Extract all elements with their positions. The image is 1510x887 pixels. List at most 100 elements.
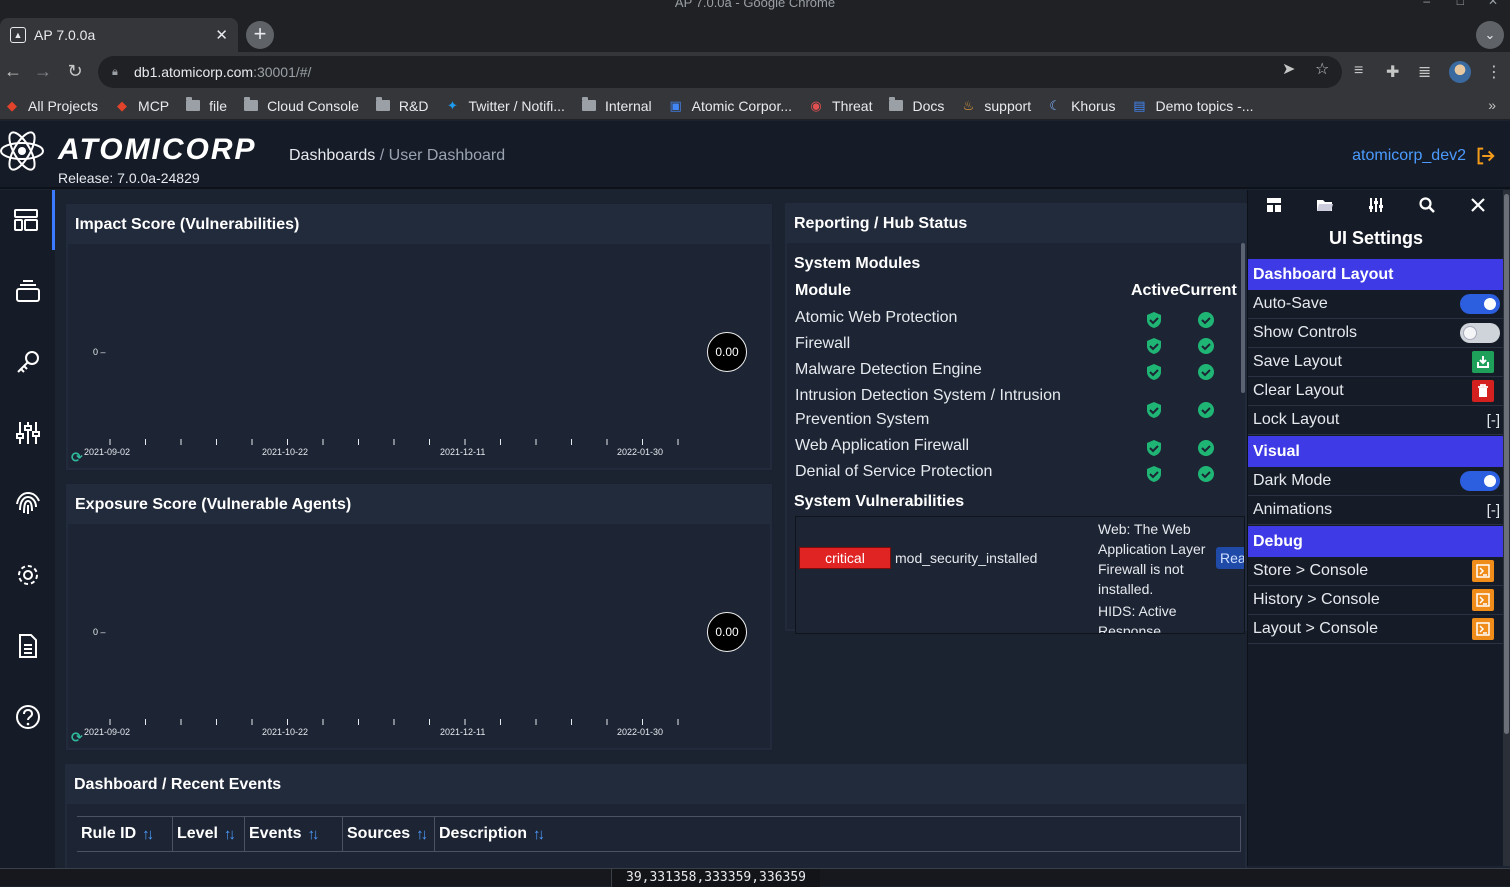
store-console-button[interactable] (1472, 560, 1494, 582)
history-console-button[interactable] (1472, 589, 1494, 611)
clear-layout-button[interactable] (1472, 380, 1494, 402)
sort-icon[interactable]: ↑↓ (416, 826, 428, 843)
sidebar-item-keys[interactable] (0, 332, 55, 392)
save-layout-row: Save Layout (1248, 348, 1504, 377)
save-layout-button[interactable] (1472, 351, 1494, 373)
sidebar-item-settings[interactable] (0, 545, 55, 605)
back-icon[interactable]: ← (2, 61, 24, 82)
breadcrumb-root[interactable]: Dashboards (289, 147, 375, 164)
logout-icon[interactable] (1474, 145, 1496, 167)
page-scrollbar[interactable] (1503, 190, 1510, 866)
sidebar-item-inventory[interactable] (0, 261, 55, 321)
browser-tab[interactable]: ▲ AP 7.0.0a ✕ (0, 18, 238, 52)
bookmark-threat[interactable]: ◉ Threat (808, 98, 872, 114)
vulnerability-list[interactable]: critical mod_security_installed Web: The… (795, 516, 1245, 634)
sidebar-item-dashboards[interactable] (0, 190, 55, 250)
refresh-icon[interactable]: ⟳ (71, 449, 83, 466)
auto-save-toggle[interactable] (1460, 294, 1500, 314)
bookmark-file[interactable]: file (185, 97, 227, 114)
column-header-description[interactable]: Description ↑↓ (435, 817, 1240, 851)
sort-icon[interactable]: ↑↓ (533, 826, 545, 843)
tab-search-icon[interactable]: ⌄ (1476, 21, 1504, 49)
column-header-level[interactable]: Level ↑↓ (173, 817, 245, 851)
bookmark-khorus[interactable]: ☾ Khorus (1047, 98, 1115, 114)
x-ticks (109, 719, 679, 725)
read-more-button[interactable]: Rea (1216, 547, 1244, 569)
check-circle-icon (1198, 364, 1214, 380)
link-status-text: 39,331358,333359,336359 (611, 869, 821, 887)
reading-list-icon[interactable]: ≡ (1354, 62, 1363, 80)
lock-layout-label: Lock Layout (1253, 411, 1340, 428)
sidebar-item-reports[interactable] (0, 616, 55, 676)
bookmark-star-icon[interactable]: ☆ (1315, 59, 1329, 79)
sort-icon[interactable]: ↑↓ (224, 826, 236, 843)
sliders-tool-button[interactable] (1350, 190, 1401, 220)
close-window-icon[interactable]: ✕ (1488, 0, 1498, 7)
hub-scrollbar[interactable] (1241, 243, 1245, 393)
sort-icon[interactable]: ↑↓ (307, 826, 319, 843)
window-titlebar: AP 7.0.0a - Google Chrome ‒ □ ✕ (0, 0, 1510, 18)
close-settings-button[interactable] (1453, 190, 1504, 220)
new-tab-button[interactable]: + (246, 21, 274, 49)
search-tool-button[interactable] (1402, 190, 1453, 220)
tab-close-icon[interactable]: ✕ (215, 26, 228, 44)
folder-icon (581, 97, 597, 113)
bookmark-mcp[interactable]: ◆ MCP (114, 98, 169, 114)
layout-tool-button[interactable] (1248, 190, 1299, 220)
address-bar[interactable]: 🔒︎ db1.atomicorp.com:30001/#/ (98, 56, 1342, 88)
sidebar-item-identity[interactable] (0, 474, 55, 534)
shield-check-icon (1147, 466, 1161, 482)
profile-avatar[interactable] (1449, 61, 1471, 83)
bookmark-docs[interactable]: Docs (888, 97, 944, 114)
tab-title: AP 7.0.0a (34, 27, 96, 43)
column-header-sources[interactable]: Sources ↑↓ (343, 817, 435, 851)
maximize-icon[interactable]: □ (1457, 0, 1464, 7)
save-icon (1477, 356, 1489, 368)
clear-layout-label: Clear Layout (1253, 382, 1344, 399)
module-name: Malware Detection Engine (795, 361, 982, 378)
extensions-icon[interactable]: ✚ (1386, 62, 1399, 82)
dark-mode-toggle[interactable] (1460, 471, 1500, 491)
send-tab-icon[interactable]: ➤ (1282, 59, 1295, 79)
impact-score-badge: 0.00 (707, 332, 747, 372)
column-label: Sources (347, 825, 411, 842)
hub-status-panel: Reporting / Hub Status System Modules Mo… (785, 203, 1247, 634)
minimize-icon[interactable]: ‒ (1423, 0, 1430, 7)
help-icon (15, 705, 40, 729)
bookmark-demo-topics[interactable]: ▤ Demo topics -... (1131, 98, 1253, 114)
bookmark-cloud-console[interactable]: Cloud Console (243, 97, 359, 114)
animations-state[interactable]: [-] (1487, 502, 1500, 519)
column-header-events[interactable]: Events ↑↓ (245, 817, 343, 851)
reload-icon[interactable]: ↻ (64, 61, 86, 82)
breadcrumb-current: User Dashboard (388, 147, 506, 164)
terminal-icon (1476, 564, 1490, 578)
media-queue-icon[interactable]: ≣ (1418, 62, 1431, 82)
bookmark-rnd[interactable]: R&D (375, 97, 428, 114)
folder-tool-button[interactable] (1299, 190, 1350, 220)
refresh-icon[interactable]: ⟳ (71, 729, 83, 746)
impact-score-chart: 0 – 2021-09-02 2021-10-22 2021-12-11 202… (68, 244, 770, 468)
forward-icon[interactable]: → (32, 61, 54, 82)
sort-icon[interactable]: ↑↓ (142, 826, 154, 843)
sidebar-item-help[interactable] (0, 687, 55, 747)
column-label: Rule ID (81, 825, 137, 842)
sidebar-item-controls[interactable] (0, 403, 55, 463)
lock-layout-state[interactable]: [-] (1487, 412, 1500, 429)
more-bookmarks-icon[interactable]: » (1488, 97, 1496, 113)
bookmark-atomic-corporate[interactable]: ▣ Atomic Corpor... (668, 98, 792, 114)
page-scrollbar-thumb[interactable] (1504, 194, 1509, 734)
chrome-menu-icon[interactable]: ⋮ (1486, 62, 1502, 82)
bookmark-support[interactable]: ♨ support (960, 98, 1032, 114)
events-table-header: Rule ID ↑↓ Level ↑↓ Events ↑↓ Sources ↑↓ Des… (77, 816, 1241, 852)
impact-score-panel: Impact Score (Vulnerabilities) 0 – 2021-… (65, 203, 773, 471)
bookmark-all-projects[interactable]: ◆ All Projects (4, 98, 98, 114)
bookmark-twitter[interactable]: ✦ Twitter / Notifi... (444, 98, 565, 114)
check-circle-icon (1198, 402, 1214, 418)
close-icon (1471, 198, 1486, 212)
layout-console-button[interactable] (1472, 618, 1494, 640)
bookmark-internal[interactable]: Internal (581, 97, 652, 114)
user-name[interactable]: atomicorp_dev2 (1352, 147, 1466, 165)
hub-status-body[interactable]: System Modules Module Active Current Ato… (787, 243, 1245, 634)
show-controls-toggle[interactable] (1460, 323, 1500, 343)
column-header-rule-id[interactable]: Rule ID ↑↓ (77, 817, 173, 851)
